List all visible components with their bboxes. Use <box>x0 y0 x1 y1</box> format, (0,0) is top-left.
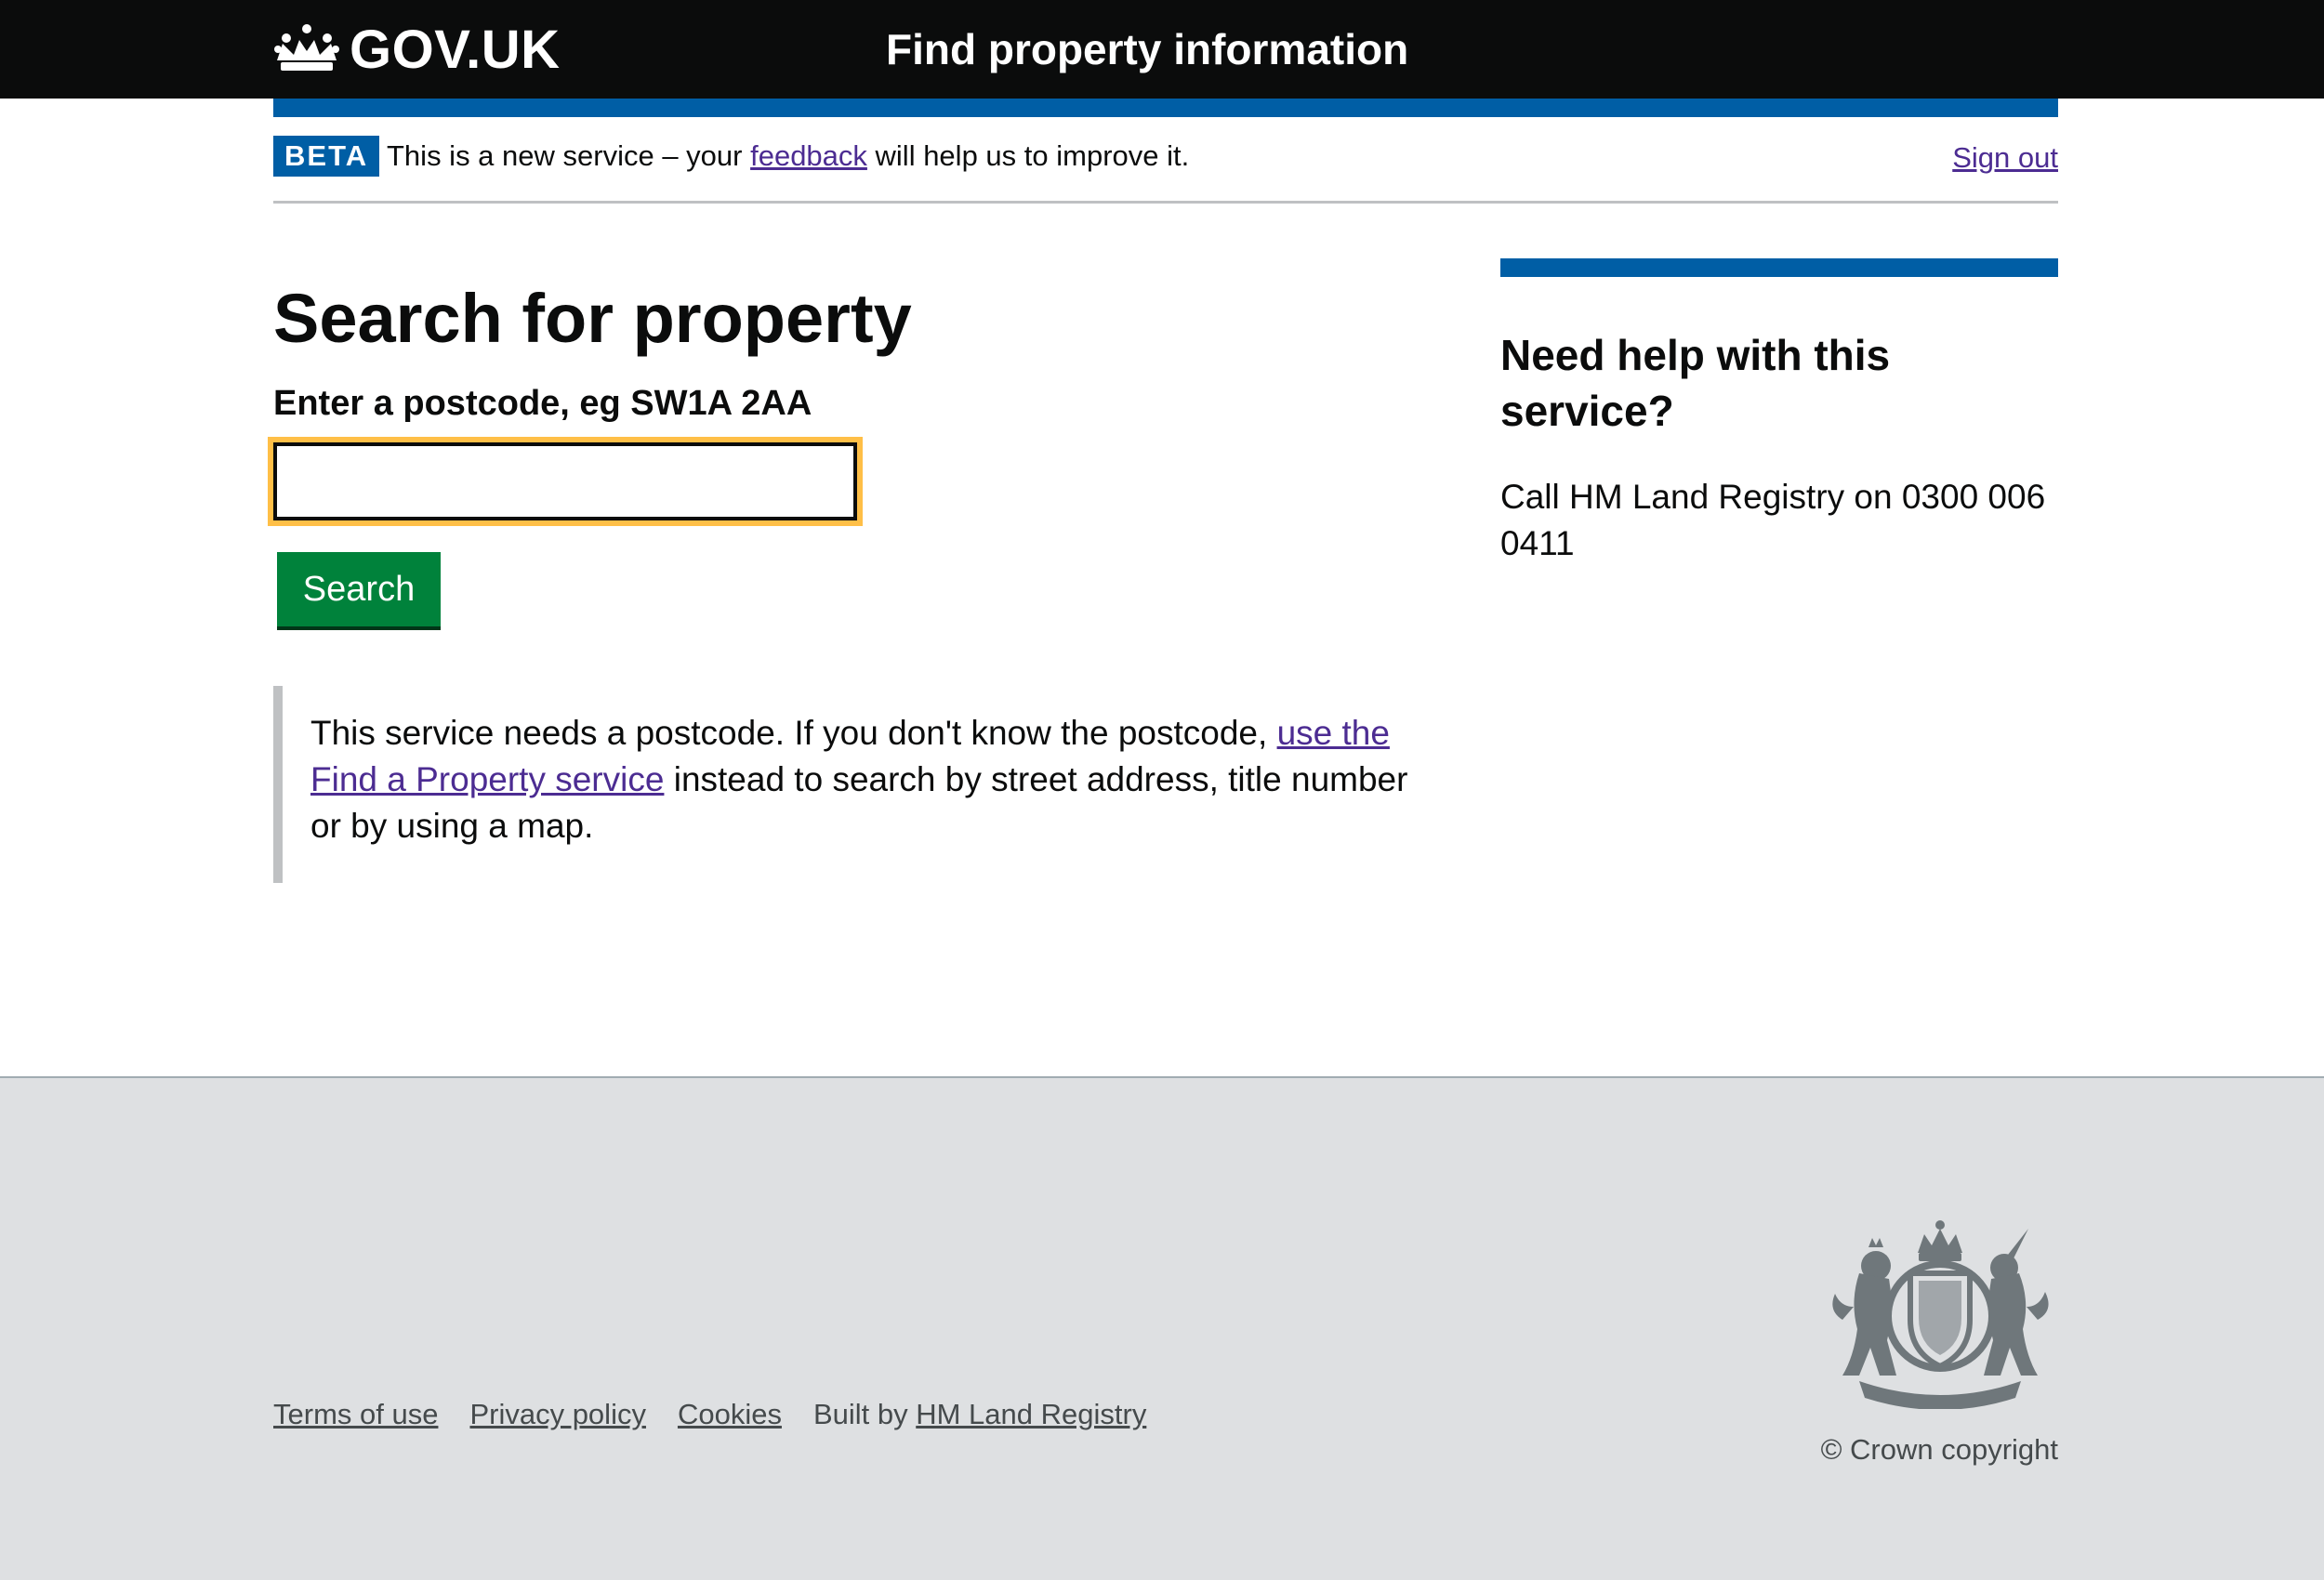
feedback-link[interactable]: feedback <box>750 139 867 172</box>
beta-tag: BETA <box>273 136 380 177</box>
header-blue-bar <box>273 99 2058 117</box>
footer-cookies-link[interactable]: Cookies <box>678 1398 782 1430</box>
service-name-link[interactable]: Find property information <box>886 20 1408 78</box>
crown-icon <box>274 24 339 71</box>
govuk-logo-link[interactable]: GOV.UK <box>273 17 560 82</box>
phase-text-after: will help us to improve it. <box>866 139 1190 172</box>
built-by-prefix: Built by <box>812 1398 917 1430</box>
footer-links: Terms of use Privacy policy Cookies Built b… <box>273 1394 1146 1435</box>
crown-copyright: © Crown copyright <box>1820 1433 2058 1466</box>
phase-banner-text: This is a new service – your feedback wi… <box>387 136 1189 177</box>
built-by: Built by HM Land Registry <box>813 1398 1146 1430</box>
site-footer: Terms of use Privacy policy Cookies Built b… <box>0 1076 2324 1580</box>
sign-out-link[interactable]: Sign out <box>1952 138 2058 178</box>
inset-text: This service needs a postcode. If you do… <box>273 686 1417 883</box>
help-title: Need help with this service? <box>1500 331 1891 435</box>
site-header: GOV.UK Find property information <box>0 0 2324 99</box>
search-button[interactable]: Search <box>277 552 441 626</box>
hm-land-registry-link[interactable]: HM Land Registry <box>916 1398 1146 1430</box>
postcode-label: Enter a postcode, eg SW1A 2AA <box>273 384 812 423</box>
postcode-input[interactable] <box>268 437 863 526</box>
phase-banner: BETA This is a new service – your feedba… <box>273 117 2058 204</box>
royal-coat-of-arms-icon <box>1832 1220 2049 1409</box>
logo-text: GOV.UK <box>350 19 561 80</box>
footer-terms-link[interactable]: Terms of use <box>273 1398 438 1430</box>
phase-text-before: This is a new service – your <box>387 139 751 172</box>
inset-paragraph: This service needs a postcode. If you do… <box>310 686 1417 849</box>
footer-privacy-link[interactable]: Privacy policy <box>469 1398 646 1430</box>
help-sidebar: Need help with this service? Call HM Lan… <box>1500 258 2058 567</box>
inset-text-before: This service needs a postcode. If you do… <box>310 714 1277 752</box>
help-phone-text: Call HM Land Registry on 0300 006 0411 <box>1500 478 2046 562</box>
main-content: Search for property Enter a postcode, eg… <box>268 270 1417 883</box>
page-title: Search for property <box>273 280 912 357</box>
